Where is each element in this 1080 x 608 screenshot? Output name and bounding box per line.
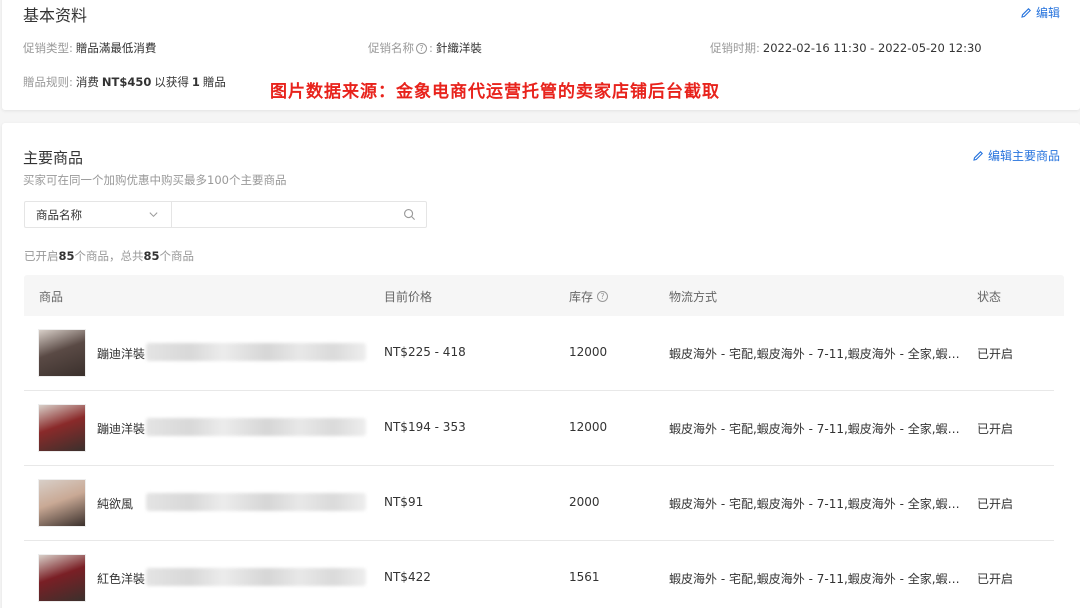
gift-rule-prefix: 消费 (75, 75, 99, 89)
header-status: 状态 (977, 290, 1002, 304)
product-name[interactable]: 蹦迪洋裝 (97, 345, 145, 362)
pencil-icon (1021, 7, 1031, 18)
table-header: 商品 目前价格 库存 ? 物流方式 状态 (24, 275, 1064, 316)
promo-type-label: 促销类型: (23, 41, 73, 55)
gift-rule-middle: 以获得 (154, 75, 189, 89)
header-stock: 库存 ? (569, 288, 610, 305)
product-name[interactable]: 紅色洋裝 (97, 570, 145, 587)
promo-type: 促销类型: 贈品滿最低消費 (23, 40, 156, 56)
blurred-product-title (146, 493, 366, 511)
product-thumbnail[interactable] (38, 329, 86, 377)
product-status: 已开启 (977, 422, 1014, 436)
watermark-text: 图片数据来源：金象电商代运营托管的卖家店铺后台截取 (270, 82, 720, 102)
table-row[interactable]: 純欲風 NT$91 2000 蝦皮海外 - 宅配,蝦皮海外 - 7-11,蝦皮海… (24, 466, 1054, 541)
product-stock: 12000 (569, 420, 608, 434)
promo-period-value: 2022-02-16 11:30 - 2022-05-20 12:30 (762, 41, 982, 55)
pencil-icon (973, 150, 983, 161)
enabled-count: 85 (58, 249, 75, 263)
header-logistics: 物流方式 (669, 290, 718, 304)
search-icon (403, 209, 415, 221)
promo-name-value: 針織洋裝 (435, 41, 482, 55)
product-thumbnail[interactable] (38, 479, 86, 527)
edit-main-products-link[interactable]: 编辑主要商品 (972, 147, 1060, 164)
promo-period-label: 促销时期: (710, 41, 760, 55)
product-thumbnail[interactable] (38, 554, 86, 602)
product-logistics: 蝦皮海外 - 宅配,蝦皮海外 - 7-11,蝦皮海外 - 全家,蝦皮海... (669, 422, 967, 436)
product-stock: 12000 (569, 345, 608, 359)
blurred-product-title (146, 343, 366, 361)
count-suffix: 个商品 (159, 249, 195, 263)
product-search: 商品名称 (24, 201, 427, 228)
total-count: 85 (143, 249, 160, 263)
help-icon[interactable]: ? (597, 291, 609, 302)
chevron-down-icon (149, 212, 158, 218)
promo-period: 促销时期: 2022-02-16 11:30 - 2022-05-20 12:3… (710, 40, 982, 56)
search-field-select-value: 商品名称 (36, 207, 82, 222)
main-products-subtitle: 买家可在同一个加购优惠中购买最多100个主要商品 (23, 173, 287, 187)
promo-name-label: 促销名称 (368, 41, 414, 55)
help-icon[interactable]: ? (416, 42, 427, 54)
product-name[interactable]: 蹦迪洋裝 (97, 420, 145, 437)
product-stock: 2000 (569, 495, 600, 509)
promo-name: 促销名称 ? : 針織洋裝 (368, 41, 482, 55)
header-stock-label: 库存 (569, 290, 594, 304)
search-field-select[interactable]: 商品名称 (25, 202, 172, 227)
product-thumbnail[interactable] (38, 404, 86, 452)
product-logistics: 蝦皮海外 - 宅配,蝦皮海外 - 7-11,蝦皮海外 - 全家,蝦皮海... (669, 572, 967, 586)
header-product: 商品 (39, 290, 64, 304)
count-middle: 个商品，总共 (74, 249, 144, 263)
gift-rule-label: 贈品规则: (23, 75, 73, 89)
basic-info-title: 基本资料 (23, 6, 88, 25)
product-status: 已开启 (977, 572, 1014, 586)
table-row[interactable]: 紅色洋裝 NT$422 1561 蝦皮海外 - 宅配,蝦皮海外 - 7-11,蝦… (24, 541, 1054, 608)
product-stock: 1561 (569, 570, 600, 584)
product-count: 已开启85个商品，总共85个商品 (24, 248, 194, 264)
main-products-title: 主要商品 (23, 149, 84, 167)
edit-basic-info-link[interactable]: 编辑 (1020, 4, 1060, 21)
product-logistics: 蝦皮海外 - 宅配,蝦皮海外 - 7-11,蝦皮海外 - 全家,蝦皮海... (669, 347, 967, 361)
blurred-product-title (146, 418, 366, 436)
edit-basic-info-label: 编辑 (1035, 6, 1060, 20)
gift-rule-amount: NT$450 (101, 75, 152, 89)
search-input[interactable] (172, 202, 392, 227)
product-name[interactable]: 純欲風 (97, 495, 133, 512)
table-row[interactable]: 蹦迪洋裝 NT$194 - 353 12000 蝦皮海外 - 宅配,蝦皮海外 -… (24, 391, 1054, 466)
product-price: NT$422 (384, 570, 431, 584)
gift-rule-suffix: 贈品 (202, 75, 226, 89)
product-status: 已开启 (977, 497, 1014, 511)
product-logistics: 蝦皮海外 - 宅配,蝦皮海外 - 7-11,蝦皮海外 - 全家,蝦皮海... (669, 497, 967, 511)
product-price: NT$225 - 418 (384, 345, 466, 359)
blurred-product-title (146, 568, 366, 586)
gift-rule: 贈品规则: 消费 NT$450 以获得 1 贈品 (23, 74, 226, 90)
table-row[interactable]: 蹦迪洋裝 NT$225 - 418 12000 蝦皮海外 - 宅配,蝦皮海外 -… (24, 316, 1054, 391)
product-status: 已开启 (977, 347, 1014, 361)
product-price: NT$91 (384, 495, 424, 509)
products-table: 商品 目前价格 库存 ? 物流方式 状态 蹦迪洋裝 NT$225 - 418 1… (24, 275, 1064, 608)
table-body: 蹦迪洋裝 NT$225 - 418 12000 蝦皮海外 - 宅配,蝦皮海外 -… (24, 316, 1064, 608)
main-products-card: 主要商品 编辑主要商品 买家可在同一个加购优惠中购买最多100个主要商品 商品名… (2, 123, 1080, 608)
header-price: 目前价格 (384, 290, 433, 304)
promo-type-value: 贈品滿最低消費 (75, 41, 157, 55)
edit-main-products-label: 编辑主要商品 (987, 149, 1060, 163)
gift-rule-qty: 1 (191, 75, 200, 89)
search-button[interactable] (392, 202, 426, 227)
product-price: NT$194 - 353 (384, 420, 466, 434)
count-prefix: 已开启 (24, 249, 59, 263)
